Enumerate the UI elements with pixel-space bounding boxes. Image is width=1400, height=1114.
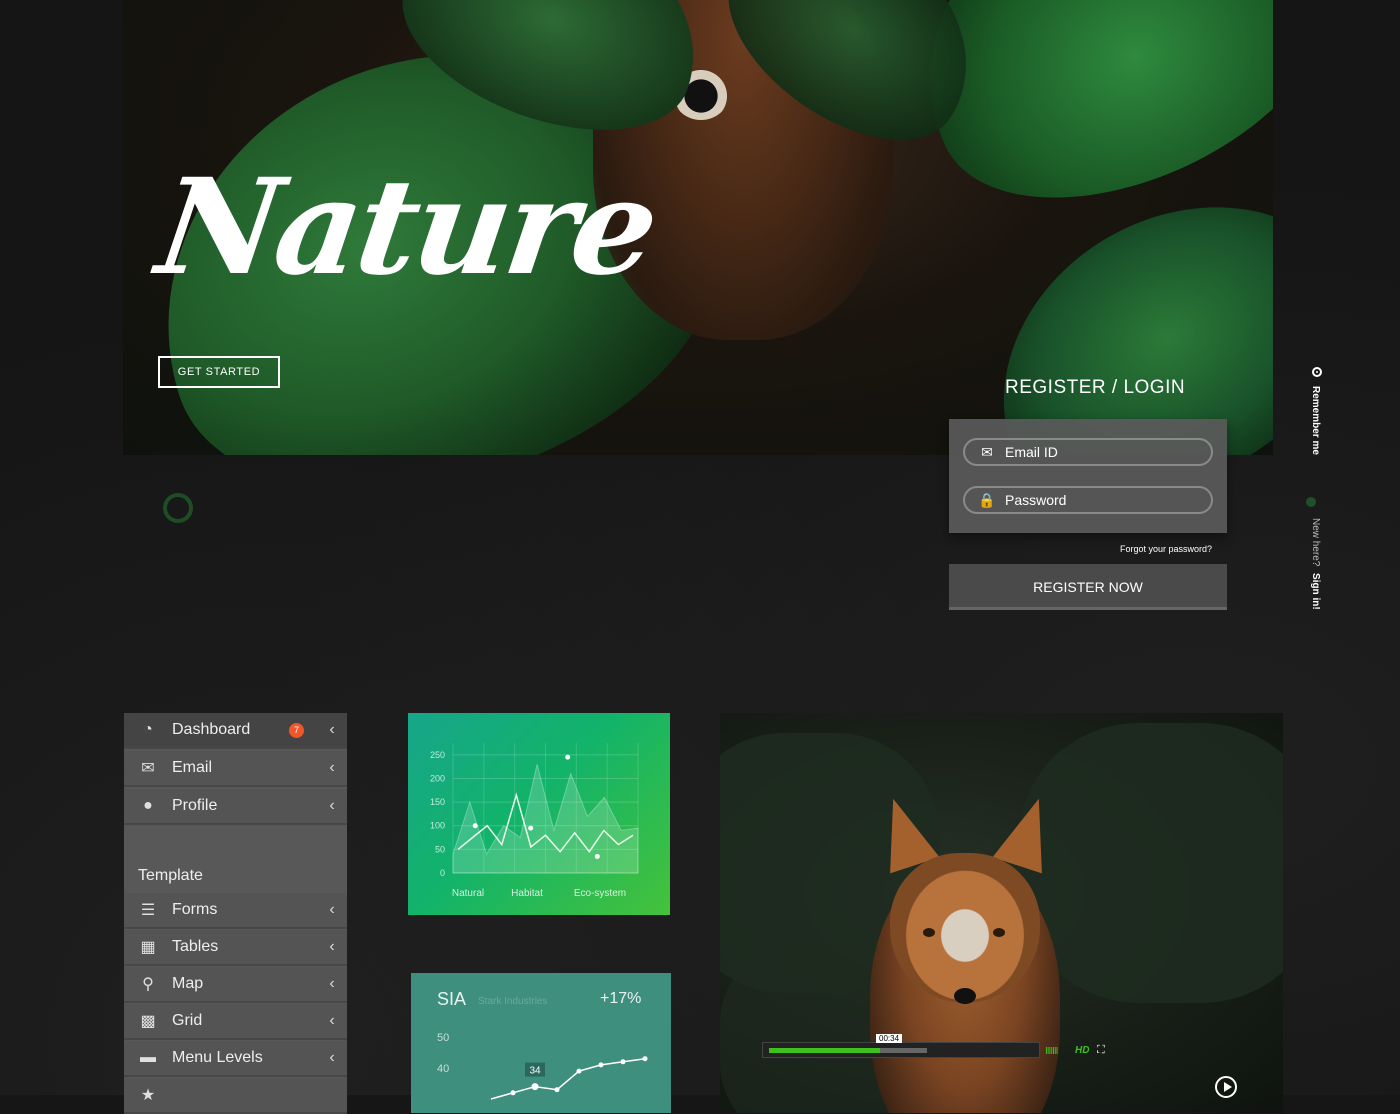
- habitat-chart-card: 0 50 100 150 200 250 Natural Habitat Eco-system: [408, 713, 670, 915]
- login-form: ✉ Email ID 🔒 Password: [949, 419, 1227, 533]
- sidebar-item-email[interactable]: ✉ Email ‹: [124, 751, 347, 787]
- fox-face: [890, 853, 1040, 1003]
- grid-icon: ▩: [140, 1013, 156, 1030]
- chevron-left-icon: ‹: [329, 1012, 335, 1029]
- fox-nose: [954, 988, 976, 1004]
- y-tick-label: 200: [430, 773, 445, 783]
- folder-icon: ▬: [140, 1049, 156, 1066]
- chevron-left-icon: ‹: [329, 901, 335, 918]
- sidebar-item-label: Dashboard: [172, 721, 251, 738]
- sidebar-item-label: Tables: [172, 938, 219, 955]
- stock-point: [576, 1068, 582, 1074]
- sidebar-item-label: Forms: [172, 901, 218, 918]
- y-tick-label: 50: [435, 844, 445, 854]
- login-heading: REGISTER / LOGIN: [1005, 377, 1186, 398]
- sidebar-item-dashboard[interactable]: ◔ Dashboard 7 ‹: [124, 713, 347, 749]
- sidebar-item-forms[interactable]: ☰ Forms ‹: [124, 893, 347, 929]
- stock-point: [554, 1087, 560, 1093]
- y-tick-label: 0: [440, 868, 445, 878]
- volume-indicator[interactable]: IIIIIII: [1045, 1046, 1058, 1057]
- chevron-left-icon: ‹: [329, 1049, 335, 1066]
- mail-icon: ✉: [141, 760, 155, 777]
- sidebar-item-map[interactable]: ⚲ Map ‹: [124, 967, 347, 1003]
- table-icon: ▦: [140, 939, 156, 956]
- forms-icon: ☰: [140, 902, 156, 919]
- register-now-button[interactable]: REGISTER NOW: [949, 564, 1227, 610]
- video-progress-bar[interactable]: [762, 1042, 1040, 1058]
- video-progress-fill: [769, 1048, 880, 1053]
- callout-label: 34: [529, 1066, 541, 1077]
- email-field[interactable]: ✉ Email ID: [963, 438, 1213, 466]
- stock-point: [531, 1083, 539, 1091]
- sidebar-section-title: Template: [138, 867, 203, 884]
- new-here-label: New here?: [1310, 518, 1321, 567]
- pine-branches: [1020, 723, 1283, 1003]
- sidebar-item-label: Profile: [172, 797, 218, 814]
- data-point: [472, 823, 478, 829]
- sidebar-item-label: Menu Levels: [172, 1049, 263, 1066]
- star-icon: ★: [140, 1087, 156, 1104]
- remember-me-label[interactable]: Remember me: [1310, 386, 1321, 455]
- stock-point: [620, 1059, 626, 1065]
- lock-icon: 🔒: [978, 491, 996, 508]
- password-placeholder: Password: [1005, 492, 1067, 508]
- y-tick-label: 50: [437, 1032, 449, 1044]
- chevron-left-icon: ‹: [329, 797, 335, 814]
- sign-in-link[interactable]: Sign in!: [1310, 573, 1321, 610]
- email-placeholder: Email ID: [1005, 444, 1058, 460]
- sidebar-menu: ◔ Dashboard 7 ‹ ✉ Email ‹ ● Profile ‹ Te…: [124, 713, 347, 1114]
- stock-chart-card: SIA Stark Industries +17% 40 50 34: [411, 973, 671, 1113]
- habitat-chart: 0 50 100 150 200 250 Natural Habitat Eco-system: [430, 743, 639, 899]
- sidebar-item-label: Grid: [172, 1012, 203, 1029]
- sidebar-item-profile[interactable]: ● Profile ‹: [124, 789, 347, 825]
- sidebar-item-grid[interactable]: ▩ Grid ‹: [124, 1004, 347, 1040]
- data-point: [565, 754, 571, 760]
- stock-chart: 40 50 34: [437, 1032, 648, 1100]
- notification-badge: 7: [289, 722, 304, 738]
- data-point: [594, 853, 600, 859]
- data-point: [528, 825, 534, 831]
- y-tick-label: 250: [430, 750, 445, 760]
- chevron-left-icon: ‹: [329, 975, 335, 992]
- remember-me-radio[interactable]: [1312, 367, 1322, 377]
- stock-point: [598, 1062, 604, 1068]
- chevron-left-icon: ‹: [329, 759, 335, 776]
- x-tick-label: Eco-system: [574, 888, 626, 899]
- forgot-password-link[interactable]: Forgot your password?: [1120, 544, 1212, 554]
- get-started-button[interactable]: GET STARTED: [158, 356, 280, 388]
- sidebar-item-tables[interactable]: ▦ Tables ‹: [124, 930, 347, 966]
- y-tick-label: 100: [430, 821, 445, 831]
- user-icon: ●: [143, 797, 153, 814]
- mail-icon: ✉: [981, 443, 993, 460]
- x-tick-label: Natural: [452, 888, 484, 899]
- hero-title: Nature: [149, 150, 664, 305]
- status-dot: [1306, 497, 1316, 507]
- video-time: 00:34: [876, 1034, 903, 1043]
- stock-point: [642, 1056, 648, 1062]
- password-field[interactable]: 🔒 Password: [963, 486, 1213, 514]
- y-tick-label: 150: [430, 797, 445, 807]
- dashboard-icon: ◔: [143, 721, 153, 738]
- x-tick-label: Habitat: [511, 888, 543, 899]
- y-tick-label: 40: [437, 1063, 449, 1075]
- hd-toggle[interactable]: HD: [1075, 1045, 1089, 1056]
- fox-eye-left: [923, 928, 935, 937]
- sidebar-item-menu-levels[interactable]: ▬ Menu Levels ‹: [124, 1041, 347, 1077]
- chevron-left-icon: ‹: [329, 721, 335, 738]
- fox-eye-right: [993, 928, 1005, 937]
- ring-decoration: [163, 493, 193, 523]
- sidebar-item-partial[interactable]: ★: [124, 1078, 347, 1114]
- sidebar-item-label: Email: [172, 759, 213, 776]
- sidebar-item-label: Map: [172, 975, 204, 992]
- chevron-left-icon: ‹: [329, 938, 335, 955]
- map-pin-icon: ⚲: [142, 976, 154, 993]
- fullscreen-icon[interactable]: ⛶: [1097, 1044, 1105, 1057]
